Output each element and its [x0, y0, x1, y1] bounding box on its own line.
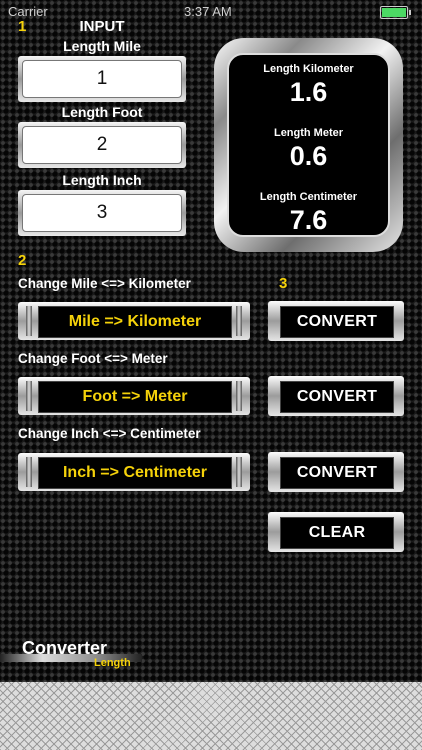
carrier-label: Carrier	[8, 4, 48, 19]
convert-label-mile: CONVERT	[280, 306, 394, 338]
input-title: INPUT	[79, 18, 125, 35]
mile-input-frame: 1	[18, 56, 186, 102]
inch-cm-mode-label: Inch => Centimeter	[38, 457, 232, 489]
foot-input-frame: 2	[18, 122, 186, 168]
mile-km-mode-label: Mile => Kilometer	[38, 306, 232, 338]
bottom-mesh-decoration	[0, 682, 422, 750]
logo-subtitle: Length	[94, 657, 131, 669]
logo-title: Converter	[22, 638, 108, 658]
step-3-marker: 3	[279, 275, 288, 292]
mile-km-mode-button[interactable]: Mile => Kilometer	[18, 302, 250, 340]
m-result-value: 0.6	[289, 141, 328, 171]
convert-label-foot: CONVERT	[280, 381, 394, 413]
mile-input[interactable]: 1	[22, 60, 182, 98]
mile-km-caption: Change Mile <=> Kilometer	[18, 276, 191, 291]
convert-button-foot[interactable]: CONVERT	[268, 376, 404, 416]
inch-input-frame: 3	[18, 190, 186, 236]
foot-label: Length Foot	[61, 104, 143, 120]
clear-label: CLEAR	[280, 517, 394, 549]
foot-m-mode-label: Foot => Meter	[38, 381, 232, 413]
m-result-label: Length Meter	[273, 127, 344, 139]
cm-result-value: 7.6	[289, 205, 328, 235]
inch-input[interactable]: 3	[22, 194, 182, 232]
convert-label-inch: CONVERT	[280, 457, 394, 489]
km-result-label: Length Kilometer	[263, 63, 354, 75]
app-logo: Converter Length	[0, 636, 150, 672]
inch-label: Length Inch	[62, 172, 142, 188]
km-result-value: 1.6	[289, 77, 328, 107]
convert-button-inch[interactable]: CONVERT	[268, 452, 404, 492]
inch-cm-mode-button[interactable]: Inch => Centimeter	[18, 453, 250, 491]
step-2-marker: 2	[18, 252, 27, 269]
inch-cm-caption: Change Inch <=> Centimeter	[18, 426, 201, 441]
cm-result-label: Length Centimeter	[259, 191, 358, 203]
mile-label: Length Mile	[63, 38, 141, 54]
foot-input[interactable]: 2	[22, 126, 182, 164]
result-panel: Length Kilometer 1.6 Length Meter 0.6 Le…	[214, 38, 403, 252]
clear-button[interactable]: CLEAR	[268, 512, 404, 552]
result-display: Length Kilometer 1.6 Length Meter 0.6 Le…	[227, 53, 390, 237]
foot-m-mode-button[interactable]: Foot => Meter	[18, 377, 250, 415]
battery-icon	[380, 6, 411, 19]
status-time: 3:37 AM	[184, 4, 232, 19]
foot-m-caption: Change Foot <=> Meter	[18, 351, 168, 366]
convert-button-mile[interactable]: CONVERT	[268, 301, 404, 341]
